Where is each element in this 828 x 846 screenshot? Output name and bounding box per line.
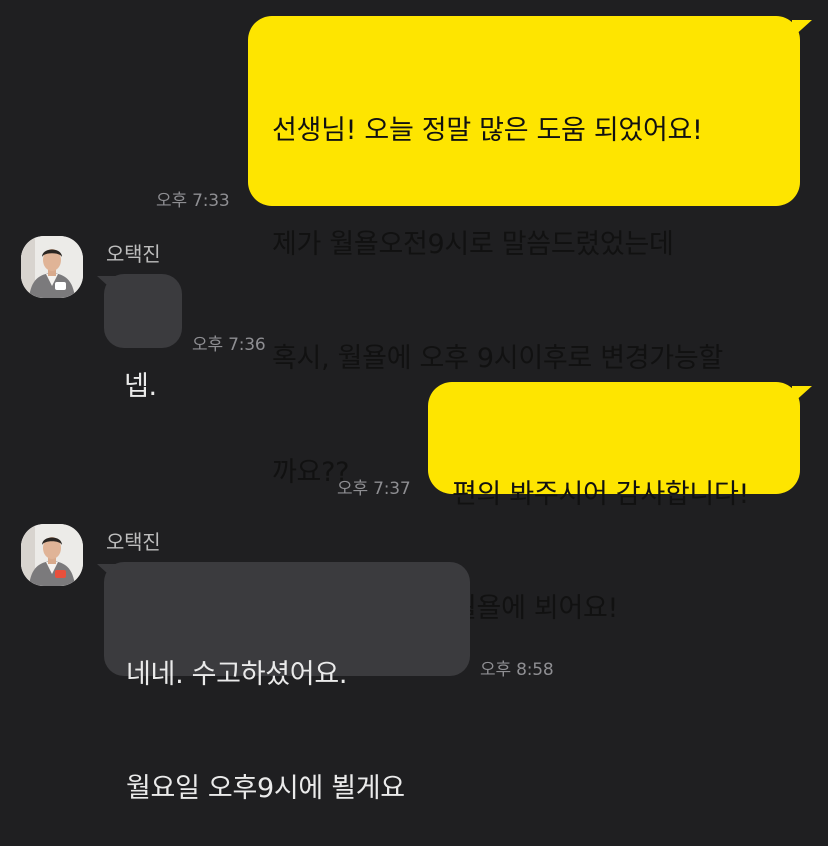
profile-photo-icon (21, 236, 83, 298)
message-timestamp: 오후 7:33 (156, 191, 230, 211)
message-timestamp: 오후 7:36 (192, 335, 266, 355)
message-line: 편의 봐주시어 감사합니다! (452, 479, 750, 510)
message-line: 선생님! 오늘 정말 많은 도움 되었어요! (272, 115, 703, 146)
incoming-message-bubble[interactable]: 넵. (104, 274, 182, 402)
message-line: 혹시, 월욜에 오후 9시이후로 변경가능할 (272, 343, 723, 374)
message-timestamp: 오후 8:58 (480, 660, 554, 680)
incoming-message-bubble[interactable]: 네네. 수고하셨어요. 월요일 오후9시에 뵐게요 (104, 562, 470, 804)
message-line: 월요일 오후9시에 뵐게요 (126, 773, 405, 804)
sender-name: 오택진 (106, 242, 161, 266)
message-timestamp: 오후 7:37 (337, 479, 411, 499)
sender-name: 오택진 (106, 530, 161, 554)
message-line: 제가 월욜오전9시로 말씀드렸었는데 (272, 229, 674, 260)
avatar[interactable] (21, 524, 83, 586)
message-line: 월욜에 뵈어요! (452, 593, 619, 624)
outgoing-message-bubble[interactable]: 편의 봐주시어 감사합니다! 월욜에 뵈어요! (428, 382, 800, 624)
bubble-tail (792, 386, 812, 404)
message-line: 네네. 수고하셨어요. (126, 659, 348, 690)
avatar[interactable] (21, 236, 83, 298)
bubble-tail (792, 20, 812, 38)
profile-photo-icon (21, 524, 83, 586)
outgoing-message-bubble[interactable]: 선생님! 오늘 정말 많은 도움 되었어요! 제가 월욜오전9시로 말씀드렸었는… (248, 16, 800, 488)
message-line: 넵. (124, 371, 157, 402)
